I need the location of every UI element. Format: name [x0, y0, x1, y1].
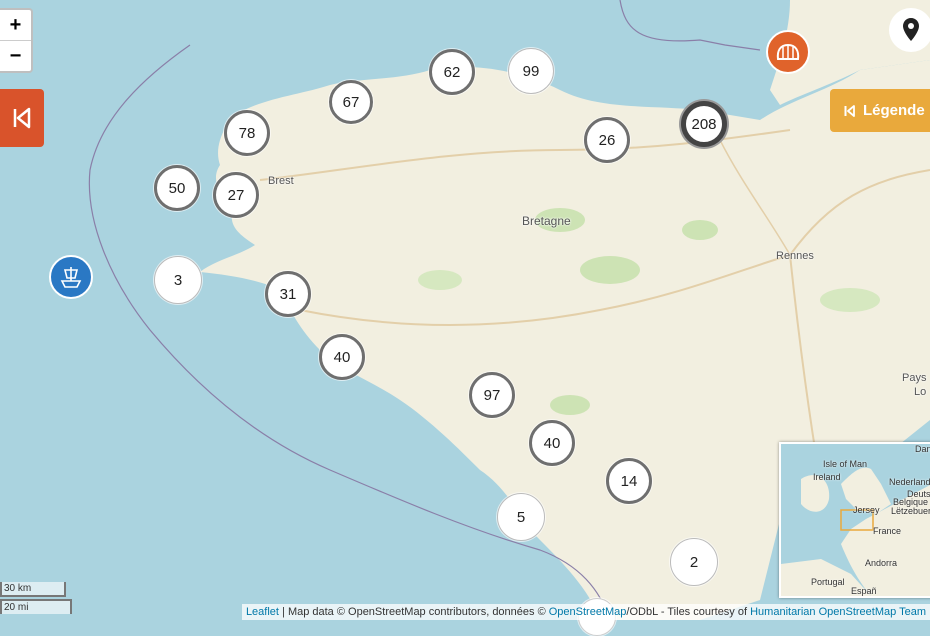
map-pin-icon [903, 18, 919, 41]
cluster-marker[interactable]: 31 [265, 271, 311, 317]
place-label-pays: Pays [902, 372, 927, 384]
place-label-brest: Brest [268, 175, 294, 187]
minimap-label: Andorra [865, 558, 898, 568]
osm-link[interactable]: OpenStreetMap [549, 606, 627, 618]
cluster-marker[interactable]: 78 [224, 110, 270, 156]
locate-button[interactable] [889, 8, 930, 52]
cluster-marker[interactable]: 62 [429, 49, 475, 95]
collapse-left-icon [13, 107, 31, 129]
minimap-label: France [873, 526, 902, 536]
cluster-marker[interactable]: 5 [497, 493, 545, 541]
legend-button[interactable]: Légende [830, 89, 930, 132]
minimap-label: Españ [851, 586, 877, 596]
place-label-lo: Lo [914, 386, 927, 398]
map-attribution: Leaflet | Map data © OpenStreetMap contr… [241, 604, 930, 620]
minimap-label: Portugal [811, 577, 845, 587]
region-label-bretagne: Bretagne [522, 214, 571, 228]
minimap-label: Ireland [813, 472, 841, 482]
minimap-label: Isle of Man [823, 459, 868, 469]
minimap-label: Nederland [889, 477, 930, 487]
minimap-label: Jersey [853, 505, 880, 515]
leaflet-link[interactable]: Leaflet [246, 606, 279, 618]
legend-label: Légende [863, 102, 925, 119]
cluster-marker[interactable]: 208 [681, 101, 727, 147]
cluster-marker[interactable]: 97 [469, 372, 515, 418]
cluster-marker[interactable]: 26 [584, 117, 630, 163]
collapse-left-icon [844, 104, 855, 117]
cluster-marker[interactable]: 27 [213, 172, 259, 218]
scale-metric: 30 km [0, 582, 66, 597]
zoom-out-button[interactable]: − [0, 40, 31, 71]
cluster-marker[interactable]: 3 [154, 256, 202, 304]
scale-imperial: 20 mi [0, 599, 72, 614]
ship-poi-icon[interactable] [49, 255, 93, 299]
zoom-in-button[interactable]: + [0, 10, 31, 40]
cluster-marker[interactable]: 40 [319, 334, 365, 380]
bakery-poi-icon[interactable] [766, 30, 810, 74]
minimap-label: Dan [915, 444, 930, 454]
hot-link[interactable]: Humanitarian OpenStreetMap Team [750, 606, 926, 618]
cluster-marker[interactable]: 99 [508, 48, 554, 94]
sidebar-toggle-button[interactable] [0, 89, 44, 147]
cluster-marker[interactable]: 40 [529, 420, 575, 466]
attribution-text: | Map data © OpenStreetMap contributors,… [278, 606, 549, 618]
cluster-marker[interactable]: 14 [606, 458, 652, 504]
cluster-marker[interactable]: 2 [670, 538, 718, 586]
place-label-rennes: Rennes [776, 250, 814, 262]
zoom-control: + − [0, 8, 33, 73]
minimap[interactable]: Isle of Man Ireland Nederland Deuts Belg… [779, 442, 930, 598]
attribution-text: /ODbL - Tiles courtesy of [626, 606, 751, 618]
minimap-label: Lëtzebuerg [891, 506, 930, 516]
cluster-marker[interactable]: 67 [329, 80, 373, 124]
cluster-marker[interactable]: 50 [154, 165, 200, 211]
